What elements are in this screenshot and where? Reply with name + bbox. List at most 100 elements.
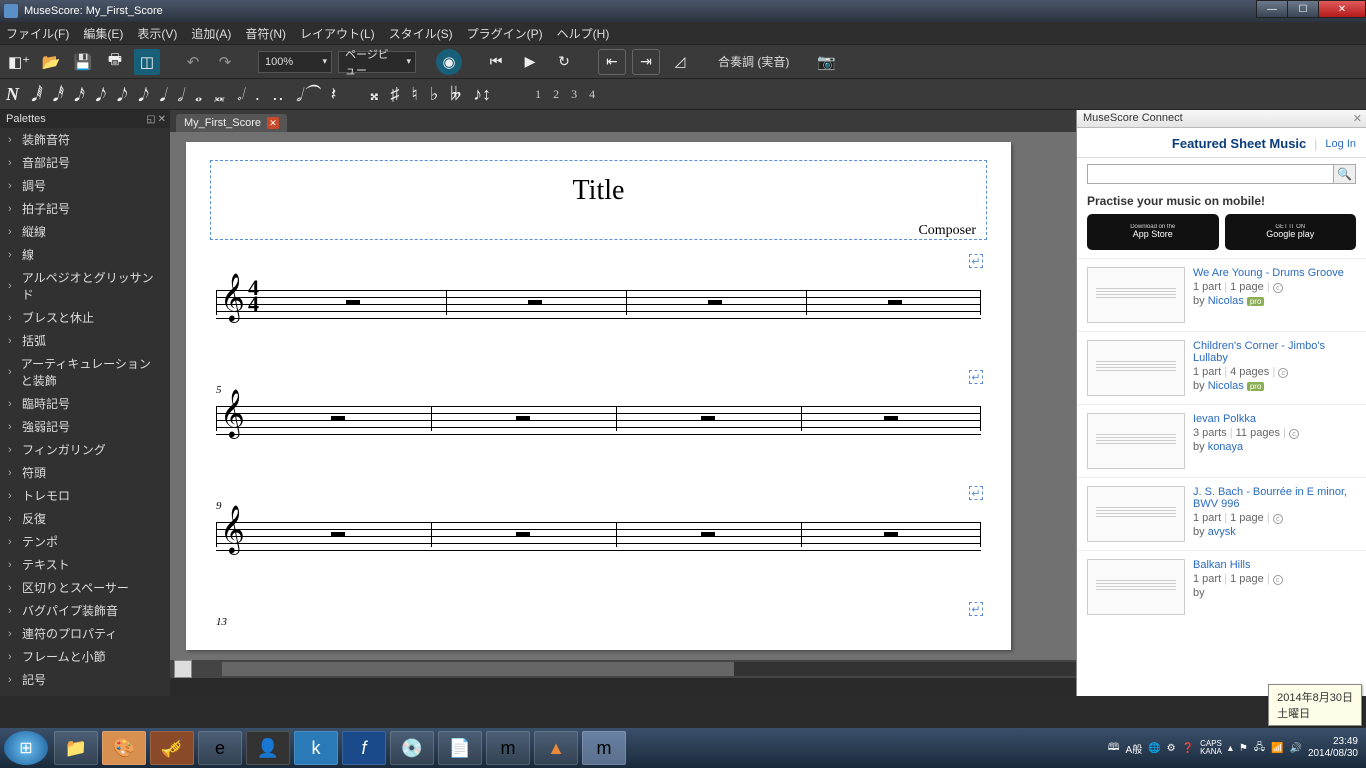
sheet-music-item[interactable]: Children's Corner - Jimbo's Lullaby1 par… xyxy=(1077,331,1366,404)
sharp-button[interactable]: ♯ xyxy=(390,84,399,105)
palette-item[interactable]: 音部記号 xyxy=(0,151,170,174)
staff-system-4[interactable]: 13 xyxy=(216,630,981,660)
title-frame[interactable]: Title Composer xyxy=(210,160,987,240)
voice-2-button[interactable]: 2 xyxy=(553,87,559,102)
double-sharp-button[interactable]: 𝄪 xyxy=(370,84,378,105)
menu-file[interactable]: ファイル(F) xyxy=(6,25,69,42)
duration-8th[interactable]: 𝅘𝅥𝅮 xyxy=(95,82,104,106)
dot-button[interactable]: . xyxy=(255,84,260,105)
search-button[interactable]: 🔍 xyxy=(1334,164,1356,184)
login-link[interactable]: Log In xyxy=(1325,138,1356,150)
tray-volume-icon[interactable]: 🔊 xyxy=(1289,743,1301,754)
zoom-dropdown[interactable]: 100% xyxy=(258,51,332,73)
staff-system-2[interactable]: 5 𝄞 xyxy=(216,398,981,438)
ime-indicator[interactable]: A般 xyxy=(1126,741,1143,756)
double-flat-button[interactable]: 𝄫 xyxy=(450,84,461,105)
score-composer[interactable]: Composer xyxy=(211,223,976,239)
palette-item[interactable]: バグパイプ装飾音 xyxy=(0,599,170,622)
palettes-close-icon[interactable]: ✕ xyxy=(158,114,166,125)
taskbar-explorer[interactable]: 📁 xyxy=(54,731,98,765)
score-title-link[interactable]: Children's Corner - Jimbo's Lullaby xyxy=(1193,340,1325,364)
taskbar-app-3[interactable]: 👤 xyxy=(246,731,290,765)
palette-item[interactable]: フレームと小節 xyxy=(0,645,170,668)
voice-1-button[interactable]: 1 xyxy=(535,87,541,102)
print-button[interactable]: 🖶 xyxy=(102,49,128,75)
score-title-link[interactable]: We Are Young - Drums Groove xyxy=(1193,267,1344,279)
palette-item[interactable]: フィンガリング xyxy=(0,438,170,461)
undo-button[interactable]: ↶ xyxy=(180,49,206,75)
horizontal-scrollbar[interactable] xyxy=(222,662,1076,676)
rewind-button[interactable]: ⏮ xyxy=(482,49,510,75)
redo-button[interactable]: ↷ xyxy=(212,49,238,75)
score-title-link[interactable]: J. S. Bach - Bourrée in E minor, BWV 996 xyxy=(1193,486,1347,510)
minimize-button[interactable]: — xyxy=(1256,0,1288,18)
voice-3-button[interactable]: 3 xyxy=(571,87,577,102)
score-title-link[interactable]: Ievan Polkka xyxy=(1193,413,1256,425)
author-link[interactable]: avysk xyxy=(1208,526,1236,538)
palette-item[interactable]: 臨時記号 xyxy=(0,392,170,415)
staff-system-3[interactable]: 9 𝄞 xyxy=(216,514,981,554)
sheet-music-item[interactable]: J. S. Bach - Bourrée in E minor, BWV 996… xyxy=(1077,477,1366,550)
palette-item[interactable]: アーティキュレーションと装飾 xyxy=(0,352,170,392)
palette-item[interactable]: ブレスと休止 xyxy=(0,306,170,329)
duration-longa[interactable]: 𝆹𝅥 xyxy=(236,82,243,106)
palette-item[interactable]: テンポ xyxy=(0,530,170,553)
tray-clock[interactable]: 23:49 2014/08/30 xyxy=(1308,736,1358,760)
rest-button[interactable]: 𝄽 xyxy=(331,84,337,105)
author-link[interactable]: Nicolas xyxy=(1208,295,1244,307)
taskbar-app-4[interactable]: k xyxy=(294,731,338,765)
palette-item[interactable]: 括弧 xyxy=(0,329,170,352)
score-title-link[interactable]: Balkan Hills xyxy=(1193,559,1250,571)
loop-in-button[interactable]: ⇤ xyxy=(598,49,626,75)
menu-plugins[interactable]: プラグイン(P) xyxy=(467,25,543,42)
score-title[interactable]: Title xyxy=(211,175,986,207)
duration-32nd[interactable]: 𝅘𝅥𝅰 xyxy=(52,82,61,106)
palette-item[interactable]: アルペジオとグリッサンド xyxy=(0,266,170,306)
duration-half[interactable]: 𝅗𝅥 xyxy=(177,82,183,106)
score-tab[interactable]: My_First_Score ✕ xyxy=(176,114,287,132)
duration-8th-3[interactable]: 𝅘𝅥𝅮 xyxy=(138,82,147,106)
tray-icon[interactable]: 🌐 xyxy=(1148,743,1160,754)
sheet-music-item[interactable]: Ievan Polkka3 parts | 11 pages | cby kon… xyxy=(1077,404,1366,477)
toggle-panel-button[interactable]: ◫ xyxy=(134,49,160,75)
palette-item[interactable]: 線 xyxy=(0,243,170,266)
appstore-button[interactable]: Download on the App Store xyxy=(1087,214,1219,250)
staff-system-1[interactable]: 𝄞 44 xyxy=(216,282,981,322)
duration-8th-2[interactable]: 𝅘𝅥𝅮 xyxy=(116,82,125,106)
palette-item[interactable]: 強弱記号 xyxy=(0,415,170,438)
tray-icon[interactable]: ⚙ xyxy=(1167,743,1176,754)
menu-view[interactable]: 表示(V) xyxy=(137,25,177,42)
metronome-button[interactable]: ◿ xyxy=(666,49,694,75)
menu-layout[interactable]: レイアウト(L) xyxy=(300,25,375,42)
play-button[interactable]: ▶ xyxy=(516,49,544,75)
palette-item[interactable]: トレモロ xyxy=(0,484,170,507)
start-button[interactable]: ⊞ xyxy=(4,731,48,765)
palette-item[interactable]: 区切りとスペーサー xyxy=(0,576,170,599)
double-dot-button[interactable]: ‥ xyxy=(272,84,284,105)
tray-icon[interactable]: ❓ xyxy=(1182,743,1194,754)
screenshot-button[interactable]: 📷 xyxy=(813,49,839,75)
sheet-music-item[interactable]: Balkan Hills1 part | 1 page | cby xyxy=(1077,550,1366,623)
menu-style[interactable]: スタイル(S) xyxy=(389,25,453,42)
taskbar-musescore-2[interactable]: m xyxy=(582,731,626,765)
palette-item[interactable]: 拍子記号 xyxy=(0,197,170,220)
taskbar-app-5[interactable]: f xyxy=(342,731,386,765)
new-score-button[interactable]: ◧⁺ xyxy=(6,49,32,75)
duration-whole[interactable]: 𝅝 xyxy=(195,82,202,106)
navigator-page-thumb[interactable] xyxy=(174,660,192,678)
author-link[interactable]: Nicolas xyxy=(1208,380,1244,392)
duration-double-whole[interactable]: 𝅜 xyxy=(214,82,224,106)
taskbar-musescore-1[interactable]: m xyxy=(486,731,530,765)
note-input-toggle[interactable]: N xyxy=(6,84,19,105)
menu-add[interactable]: 追加(A) xyxy=(191,25,231,42)
googleplay-button[interactable]: GET IT ON Google play xyxy=(1225,214,1357,250)
tray-icon[interactable]: ⚑ xyxy=(1239,743,1248,754)
taskbar-app-2[interactable]: 🎺 xyxy=(150,731,194,765)
flip-stem-button[interactable]: ♪↕ xyxy=(473,84,491,105)
tray-icon[interactable]: 🕮 xyxy=(1108,740,1120,757)
viewmode-dropdown[interactable]: ページビュー xyxy=(338,51,416,73)
taskbar-app-1[interactable]: 🎨 xyxy=(102,731,146,765)
open-button[interactable]: 📂 xyxy=(38,49,64,75)
loop-out-button[interactable]: ⇥ xyxy=(632,49,660,75)
search-input[interactable] xyxy=(1087,164,1334,184)
